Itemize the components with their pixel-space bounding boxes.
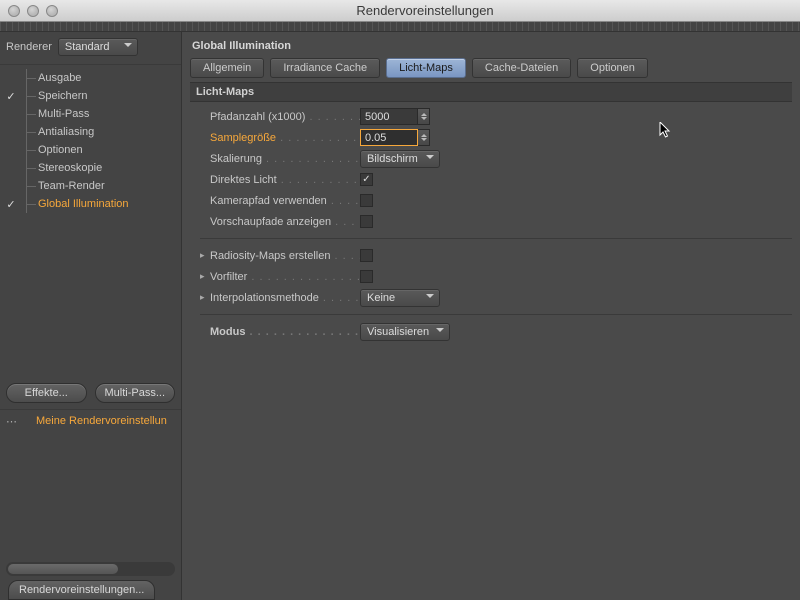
param-label-samplegroesse: Samplegröße (210, 132, 360, 144)
close-window-button[interactable] (8, 5, 20, 17)
param-label-direktes-licht: Direktes Licht (210, 174, 360, 186)
direktes-licht-checkbox[interactable]: ✓ (360, 173, 373, 186)
tree-label: Ausgabe (38, 72, 81, 84)
tab-irradiance-cache[interactable]: Irradiance Cache (270, 58, 380, 78)
vorschaupfade-checkbox[interactable] (360, 215, 373, 228)
tree-item-optionen[interactable]: Optionen (0, 141, 181, 159)
renderer-dropdown[interactable]: Standard (58, 38, 138, 56)
vorfilter-checkbox[interactable] (360, 270, 373, 283)
spinner-icon[interactable] (418, 129, 430, 146)
param-label-modus: Modus (210, 326, 360, 338)
param-label-vorfilter: Vorfilter (210, 271, 360, 283)
skalierung-dropdown[interactable]: Bildschirm (360, 150, 440, 168)
renderer-label: Renderer (6, 41, 52, 53)
disclosure-icon[interactable]: ▸ (200, 271, 210, 282)
interpolation-value: Keine (367, 292, 395, 304)
effects-button[interactable]: Effekte... (6, 383, 87, 403)
param-label-pfadanzahl: Pfadanzahl (x1000) (210, 111, 360, 123)
tree-item-antialiasing[interactable]: Antialiasing (0, 123, 181, 141)
tree-item-global-illumination[interactable]: ✓ Global Illumination (0, 195, 181, 213)
tree-label: Optionen (38, 144, 83, 156)
samplegroesse-input[interactable] (360, 129, 418, 146)
zoom-window-button[interactable] (46, 5, 58, 17)
tree-label: Antialiasing (38, 126, 94, 138)
pfadanzahl-input[interactable] (360, 108, 418, 125)
tab-licht-maps[interactable]: Licht-Maps (386, 58, 466, 78)
preset-label: Meine Rendervoreinstellun (36, 415, 167, 427)
tree-item-multipass[interactable]: Multi-Pass (0, 105, 181, 123)
tree-item-ausgabe[interactable]: Ausgabe (0, 69, 181, 87)
preset-row[interactable]: ⋯ Meine Rendervoreinstellun (0, 409, 181, 432)
disclosure-icon[interactable]: ▸ (200, 250, 210, 261)
tab-bar: Allgemein Irradiance Cache Licht-Maps Ca… (190, 58, 792, 78)
spinner-icon[interactable] (418, 108, 430, 125)
tree-label: Stereoskopie (38, 162, 102, 174)
tree-check[interactable]: ✓ (4, 198, 18, 211)
toolbar-ruler (0, 22, 800, 32)
param-label-skalierung: Skalierung (210, 153, 360, 165)
sidebar: Renderer Standard Ausgabe ✓ Speichern Mul… (0, 32, 182, 600)
tab-allgemein[interactable]: Allgemein (190, 58, 264, 78)
tree-item-stereoskopie[interactable]: Stereoskopie (0, 159, 181, 177)
tree-label: Global Illumination (38, 198, 129, 210)
tree-label: Team-Render (38, 180, 105, 192)
main-panel: Global Illumination Allgemein Irradiance… (182, 32, 800, 600)
scrollbar-thumb[interactable] (8, 564, 118, 574)
param-label-vorschaupfade: Vorschaupfade anzeigen (210, 216, 360, 228)
render-settings-button[interactable]: Rendervoreinstellungen... (8, 580, 155, 600)
tab-optionen[interactable]: Optionen (577, 58, 648, 78)
multipass-button[interactable]: Multi-Pass... (95, 383, 176, 403)
disclosure-icon[interactable]: ▸ (200, 292, 210, 303)
param-label-radiosity: Radiosity-Maps erstellen (210, 250, 360, 262)
tree-item-team-render[interactable]: Team-Render (0, 177, 181, 195)
tree-item-speichern[interactable]: ✓ Speichern (0, 87, 181, 105)
tree-label: Speichern (38, 90, 88, 102)
window-title: Rendervoreinstellungen (58, 3, 792, 18)
renderer-value: Standard (65, 41, 110, 53)
tree-label: Multi-Pass (38, 108, 89, 120)
param-label-interpolation: Interpolationsmethode (210, 292, 360, 304)
modus-value: Visualisieren (367, 326, 429, 338)
minimize-window-button[interactable] (27, 5, 39, 17)
modus-dropdown[interactable]: Visualisieren (360, 323, 450, 341)
param-label-kamerapfad: Kamerapfad verwenden (210, 195, 360, 207)
kamerapfad-checkbox[interactable] (360, 194, 373, 207)
skalierung-value: Bildschirm (367, 153, 418, 165)
window-titlebar: Rendervoreinstellungen (0, 0, 800, 22)
tab-cache-dateien[interactable]: Cache-Dateien (472, 58, 571, 78)
settings-tree: Ausgabe ✓ Speichern Multi-Pass Antialiasi… (0, 65, 181, 217)
interpolation-dropdown[interactable]: Keine (360, 289, 440, 307)
subsection-header: Licht-Maps (190, 82, 792, 102)
expand-icon[interactable]: ⋯ (6, 415, 16, 428)
horizontal-scrollbar[interactable] (6, 562, 175, 576)
radiosity-checkbox[interactable] (360, 249, 373, 262)
panel-title: Global Illumination (190, 38, 792, 58)
tree-check[interactable]: ✓ (4, 90, 18, 103)
